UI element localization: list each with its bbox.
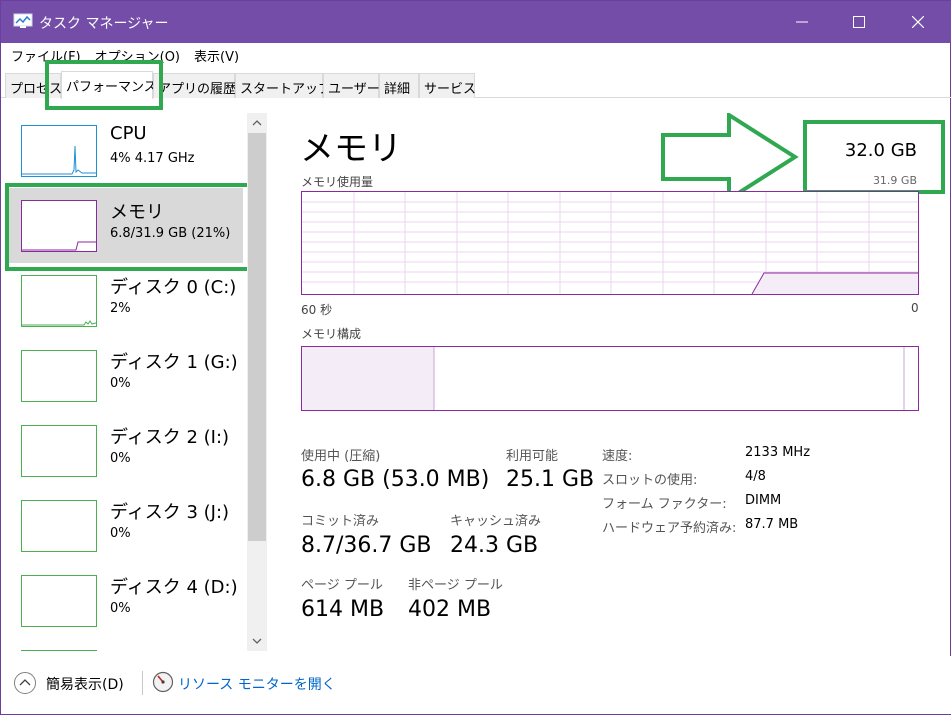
tab-bar: プロセス パフォーマンス アプリの履歴 スタートアップ ユーザー 詳細 サービス bbox=[1, 71, 951, 99]
paged-pool-value: 614 MB bbox=[301, 597, 385, 622]
sidebar-item-disk-1[interactable]: ディスク 1 (G:) 0% bbox=[9, 338, 243, 413]
task-manager-window: タスク マネージャー ファイル(F) オプション(O) 表示(V) プロセス パ… bbox=[0, 0, 951, 715]
window-title: タスク マネージャー bbox=[39, 16, 169, 32]
sidebar-item-value: 0% bbox=[110, 376, 131, 391]
hardware-reserved-value: 87.7 MB bbox=[745, 517, 799, 532]
tab-services[interactable]: サービス bbox=[419, 73, 476, 98]
sidebar-item-disk-3[interactable]: ディスク 3 (J:) 0% bbox=[9, 488, 243, 563]
maximize-button[interactable] bbox=[829, 1, 889, 43]
footer-divider bbox=[142, 671, 143, 695]
thumbnail-graph bbox=[21, 650, 97, 651]
sidebar-item-label: ディスク 1 (G:) bbox=[110, 352, 238, 373]
sidebar-item-value: 0% bbox=[110, 601, 131, 616]
footer-bar: 簡易表示(D) リソース モニターを開く bbox=[1, 656, 951, 714]
sidebar-item-label: ディスク 0 (C:) bbox=[110, 277, 237, 298]
disk-thumbnail-graph bbox=[21, 575, 97, 627]
menu-file[interactable]: ファイル(F) bbox=[1, 43, 81, 65]
page-title: メモリ bbox=[300, 129, 402, 169]
tab-users[interactable]: ユーザー bbox=[323, 73, 380, 98]
nonpaged-pool-value: 402 MB bbox=[408, 597, 492, 622]
cpu-thumbnail-graph bbox=[21, 125, 97, 177]
disk-thumbnail-graph bbox=[21, 425, 97, 477]
disk-thumbnail-graph bbox=[21, 350, 97, 402]
hardware-reserved-label: ハードウェア予約済み: bbox=[602, 521, 737, 536]
sidebar-item-partial[interactable] bbox=[9, 638, 243, 651]
sidebar-item-label: CPU bbox=[110, 123, 147, 144]
tab-performance[interactable]: パフォーマンス bbox=[61, 71, 157, 99]
form-factor-value: DIMM bbox=[745, 493, 782, 508]
menu-bar: ファイル(F) オプション(O) 表示(V) bbox=[1, 43, 951, 65]
disk-thumbnail-graph bbox=[21, 500, 97, 552]
tab-processes[interactable]: プロセス bbox=[5, 73, 62, 98]
open-resource-monitor-link[interactable]: リソース モニターを開く bbox=[178, 674, 336, 694]
menu-view[interactable]: 表示(V) bbox=[184, 43, 239, 65]
paged-pool-label: ページ プール bbox=[301, 578, 383, 593]
sidebar-item-label: メモリ bbox=[110, 202, 164, 223]
memory-usage-graph bbox=[301, 191, 919, 295]
sidebar-item-value: 6.8/31.9 GB (21%) bbox=[110, 226, 231, 241]
slots-value: 4/8 bbox=[745, 469, 766, 484]
sidebar-item-disk-2[interactable]: ディスク 2 (I:) 0% bbox=[9, 413, 243, 488]
cached-value: 24.3 GB bbox=[450, 533, 539, 558]
close-button[interactable] bbox=[888, 1, 948, 43]
sidebar-item-label: ディスク 3 (J:) bbox=[110, 502, 230, 523]
speed-label: 速度: bbox=[602, 449, 633, 464]
in-use-label: 使用中 (圧縮) bbox=[301, 449, 381, 464]
resource-monitor-icon[interactable] bbox=[152, 671, 174, 697]
memory-thumbnail-graph bbox=[21, 200, 97, 252]
scroll-up-icon[interactable] bbox=[247, 113, 267, 133]
form-factor-label: フォーム ファクター: bbox=[602, 497, 727, 512]
fewer-details-button[interactable]: 簡易表示(D) bbox=[46, 674, 124, 694]
available-label: 利用可能 bbox=[506, 449, 559, 464]
performance-sidebar: CPU 4% 4.17 GHz メモリ 6.8/31.9 GB (21%) ディ… bbox=[1, 113, 247, 651]
speed-value: 2133 MHz bbox=[745, 445, 811, 460]
minimize-button[interactable] bbox=[772, 1, 832, 43]
memory-composition-bar bbox=[301, 346, 919, 411]
tab-app-history[interactable]: アプリの履歴 bbox=[153, 73, 236, 98]
sidebar-item-cpu[interactable]: CPU 4% 4.17 GHz bbox=[9, 113, 243, 188]
scroll-down-icon[interactable] bbox=[247, 631, 267, 651]
scroll-thumb[interactable] bbox=[248, 133, 266, 541]
cached-label: キャッシュ済み bbox=[450, 514, 542, 529]
sidebar-scrollbar[interactable] bbox=[247, 113, 267, 651]
usable-memory-value: 31.9 GB bbox=[872, 174, 917, 187]
nonpaged-pool-label: 非ページ プール bbox=[408, 578, 503, 593]
committed-value: 8.7/36.7 GB bbox=[301, 533, 432, 558]
axis-right-label: 0 bbox=[911, 301, 919, 315]
sidebar-item-label: ディスク 2 (I:) bbox=[110, 427, 230, 448]
disk-thumbnail-graph bbox=[21, 275, 97, 327]
sidebar-item-value: 0% bbox=[110, 526, 131, 541]
task-manager-icon bbox=[13, 13, 33, 29]
slots-label: スロットの使用: bbox=[602, 473, 698, 488]
sidebar-item-value: 2% bbox=[110, 301, 131, 316]
chevron-up-icon[interactable] bbox=[13, 671, 37, 699]
title-bar[interactable]: タスク マネージャー bbox=[1, 1, 951, 43]
usage-chart-label: メモリ使用量 bbox=[301, 175, 374, 189]
composition-chart-label: メモリ構成 bbox=[301, 327, 362, 341]
annotation-arrow-icon bbox=[661, 113, 799, 201]
axis-left-label: 60 秒 bbox=[301, 303, 333, 317]
total-memory-value: 32.0 GB bbox=[844, 140, 917, 161]
sidebar-item-disk-4[interactable]: ディスク 4 (D:) 0% bbox=[9, 563, 243, 638]
sidebar-item-label: ディスク 4 (D:) bbox=[110, 577, 238, 598]
available-value: 25.1 GB bbox=[506, 467, 595, 492]
tab-details[interactable]: 詳細 bbox=[379, 73, 419, 98]
in-use-value: 6.8 GB (53.0 MB) bbox=[301, 467, 490, 492]
menu-options[interactable]: オプション(O) bbox=[85, 43, 180, 65]
sidebar-item-value: 0% bbox=[110, 451, 131, 466]
committed-label: コミット済み bbox=[301, 514, 380, 529]
sidebar-item-disk-0[interactable]: ディスク 0 (C:) 2% bbox=[9, 263, 243, 338]
sidebar-item-value: 4% 4.17 GHz bbox=[110, 151, 195, 166]
tab-startup[interactable]: スタートアップ bbox=[235, 73, 331, 98]
sidebar-item-memory[interactable]: メモリ 6.8/31.9 GB (21%) bbox=[9, 188, 243, 263]
